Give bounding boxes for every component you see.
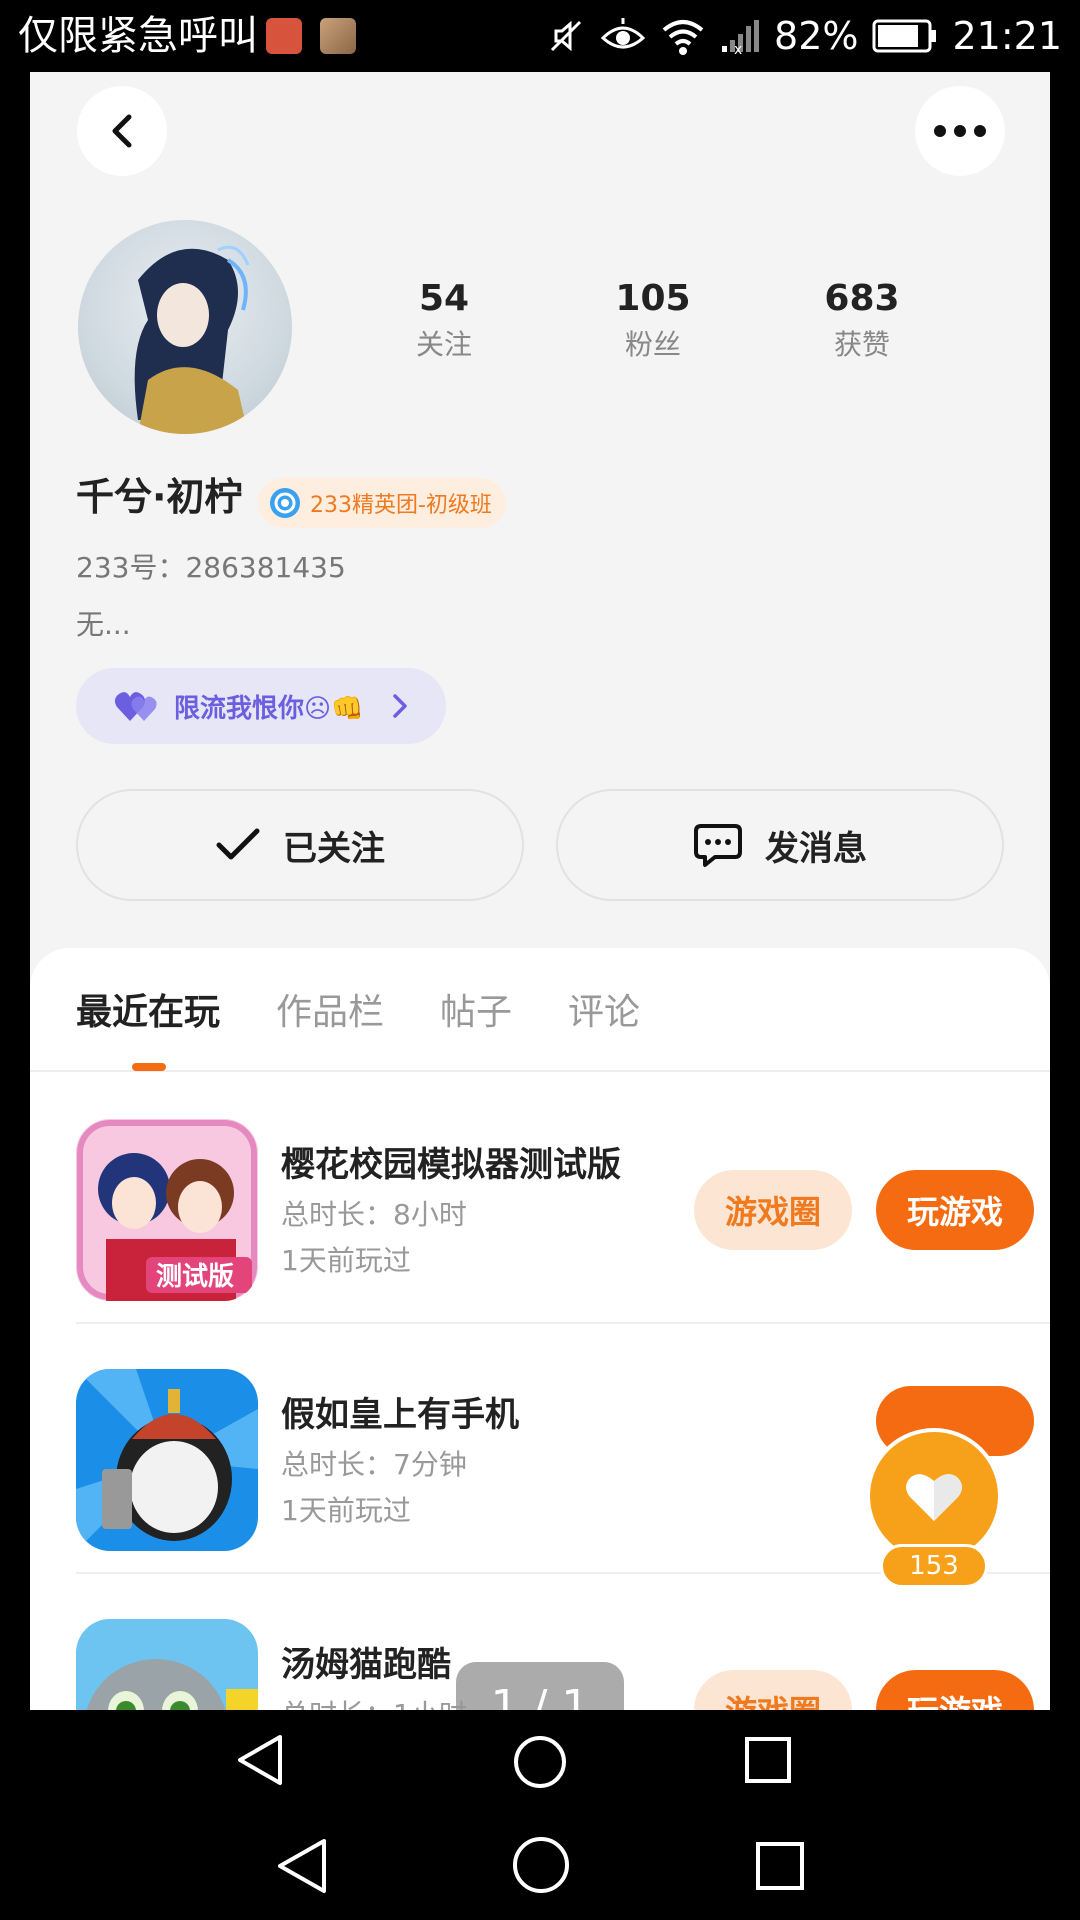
avatar-illustration — [134, 245, 250, 434]
more-button[interactable] — [915, 86, 1005, 176]
content-panel: 最近在玩 作品栏 帖子 评论 测试版 樱花校园模拟器测试版 总时长：8小时 1天… — [30, 948, 1050, 1710]
game-last-played: 1天前玩过 — [281, 1244, 411, 1277]
tab-bar: 最近在玩 作品栏 帖子 评论 — [30, 948, 1050, 1072]
profile-screen: 54 关注 105 粉丝 683 获赞 千兮·初柠 233精英团-初级班 233… — [30, 72, 1050, 1710]
system-navigation-bar — [0, 1812, 1080, 1920]
eye-icon — [600, 18, 646, 49]
svg-text:x: x — [734, 42, 742, 56]
check-icon — [216, 828, 260, 860]
game-icon: 测试版 — [76, 1119, 258, 1301]
membership-badge[interactable]: 233精英团-初级班 — [258, 478, 506, 528]
image-notification-icon — [320, 18, 356, 54]
game-name: 假如皇上有手机 — [281, 1395, 519, 1435]
game-duration: 总时长：8小时 — [281, 1198, 467, 1231]
chevron-left-icon — [112, 114, 132, 148]
username: 千兮·初柠 — [76, 475, 243, 519]
following-label: 关注 — [415, 328, 472, 361]
likes-count: 683 — [824, 278, 900, 319]
mute-icon — [550, 20, 582, 52]
game-name: 樱花校园模拟器测试版 — [281, 1145, 621, 1185]
play-game-button[interactable]: 玩游戏 — [876, 1670, 1034, 1710]
square-recents-icon — [756, 1842, 804, 1890]
likes-label: 获赞 — [833, 328, 890, 361]
status-bar: 仅限紧急呼叫 x 82% 21:21 — [0, 0, 1080, 72]
group-label: 限流我恨你☹👊 — [174, 693, 364, 724]
game-icon — [76, 1619, 258, 1710]
user-id: 233号：286381435 — [76, 551, 346, 584]
triangle-back-icon — [278, 1839, 326, 1893]
stat-following[interactable]: 54 关注 — [374, 277, 514, 365]
avatar[interactable] — [78, 220, 292, 434]
game-circle-button[interactable]: 游戏圈 — [694, 1670, 852, 1710]
message-button[interactable]: 发消息 — [556, 789, 1004, 901]
chat-bubble-icon — [694, 824, 742, 867]
nav-recents-button[interactable] — [740, 1732, 796, 1788]
wifi-icon — [662, 20, 704, 55]
page-indicator: 1 / 1 — [456, 1662, 624, 1710]
badge-label: 233精英团-初级班 — [310, 493, 492, 518]
system-home-button[interactable] — [508, 1832, 574, 1898]
more-dots-icon — [934, 125, 986, 137]
following-count: 54 — [418, 278, 470, 319]
back-button[interactable] — [77, 86, 167, 176]
heart-icon — [906, 1474, 962, 1521]
stat-likes[interactable]: 683 获赞 — [792, 277, 932, 365]
like-count: 153 — [880, 1544, 988, 1588]
signal-icon: x — [722, 20, 760, 56]
chevron-right-icon — [393, 694, 408, 718]
play-game-button[interactable]: 玩游戏 — [876, 1170, 1034, 1250]
stat-fans[interactable]: 105 粉丝 — [583, 277, 723, 365]
game-icon-tag: 测试版 — [156, 1262, 234, 1292]
battery-percent: 82% — [774, 14, 859, 58]
tab-comments[interactable]: 评论 — [568, 988, 640, 1038]
tab-posts[interactable]: 帖子 — [440, 988, 512, 1038]
triangle-back-icon — [238, 1735, 282, 1785]
battery-icon — [872, 19, 937, 53]
inner-navigation-bar — [30, 1710, 1050, 1812]
circle-home-icon — [513, 1837, 569, 1893]
bio: 无... — [76, 608, 131, 641]
circle-home-icon — [514, 1736, 566, 1788]
message-label: 发消息 — [765, 828, 867, 869]
fans-count: 105 — [615, 278, 691, 319]
fans-label: 粉丝 — [624, 328, 681, 361]
group-link[interactable]: 限流我恨你☹👊 — [76, 668, 446, 744]
game-row[interactable]: 测试版 樱花校园模拟器测试版 总时长：8小时 1天前玩过 游戏圈 玩游戏 — [76, 1074, 1050, 1324]
game-last-played: 1天前玩过 — [281, 1494, 411, 1527]
tab-works[interactable]: 作品栏 — [276, 988, 384, 1038]
badge-icon — [270, 488, 300, 518]
nav-home-button[interactable] — [508, 1730, 572, 1794]
mail-notification-icon — [266, 18, 302, 54]
game-name: 汤姆猫跑酷 — [281, 1645, 451, 1685]
nav-back-button[interactable] — [230, 1730, 290, 1790]
game-icon — [76, 1369, 258, 1551]
hearts-icon — [114, 692, 157, 721]
tab-indicator — [132, 1063, 166, 1071]
square-recents-icon — [745, 1737, 791, 1783]
clock: 21:21 — [952, 14, 1062, 58]
carrier-text: 仅限紧急呼叫 — [18, 13, 258, 59]
game-duration: 总时长：7分钟 — [281, 1448, 467, 1481]
system-back-button[interactable] — [270, 1834, 334, 1898]
system-recents-button[interactable] — [750, 1836, 810, 1896]
tab-recent-played[interactable]: 最近在玩 — [76, 988, 220, 1038]
followed-button[interactable]: 已关注 — [76, 789, 524, 901]
followed-label: 已关注 — [283, 828, 385, 869]
game-circle-button[interactable]: 游戏圈 — [694, 1170, 852, 1250]
game-duration: 总时长：1小时 — [281, 1696, 467, 1710]
